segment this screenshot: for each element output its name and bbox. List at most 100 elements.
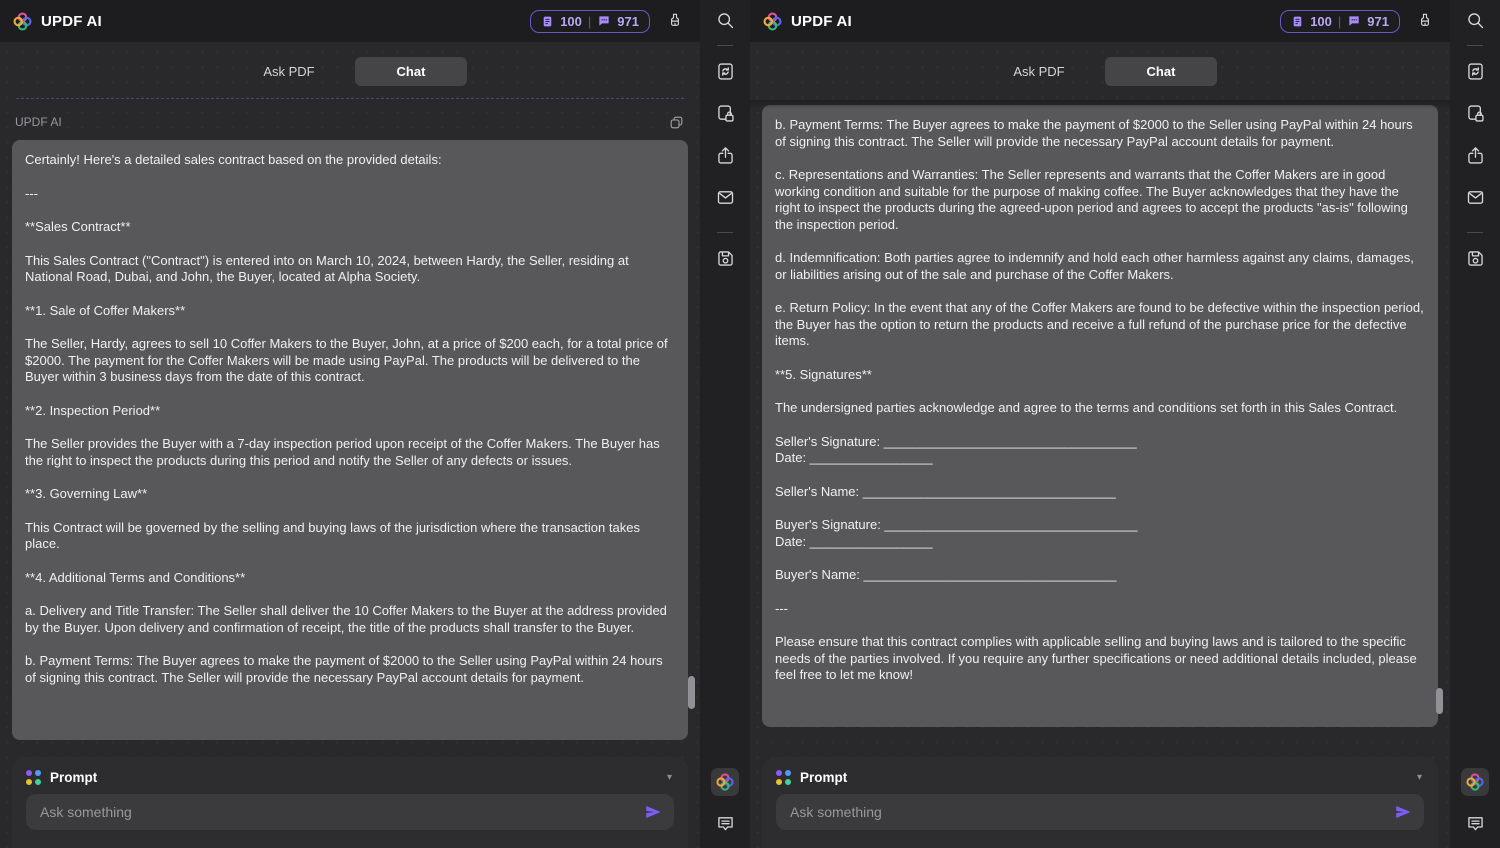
message-paragraph: Certainly! Here's a detailed sales contr… <box>25 152 675 169</box>
clean-chat-button[interactable] <box>1416 12 1434 30</box>
prompt-label: Prompt <box>800 770 847 785</box>
email-button[interactable] <box>1465 187 1486 208</box>
message-paragraph: The Seller provides the Buyer with a 7-d… <box>25 436 675 469</box>
brush-icon <box>666 12 684 30</box>
comment-icon <box>1465 813 1486 834</box>
send-button[interactable] <box>1394 803 1412 821</box>
search-button[interactable] <box>715 10 736 31</box>
message-paragraph: **2. Inspection Period** <box>25 403 675 420</box>
convert-document-button[interactable] <box>1465 61 1486 82</box>
updf-ai-app: UPDF AI 100 | 971 <box>0 0 1500 848</box>
scrollbar-thumb[interactable] <box>688 676 695 709</box>
convert-document-button[interactable] <box>715 61 736 82</box>
updf-ai-app-button[interactable] <box>1461 768 1489 796</box>
dashed-separator <box>16 98 684 99</box>
share-button[interactable] <box>1465 145 1486 166</box>
message-paragraph: Buyer's Name: __________________________… <box>775 567 1425 584</box>
doc-credit-icon <box>541 15 554 28</box>
message-paragraph: Seller's Signature: ____________________… <box>775 434 1425 467</box>
chat-credit-icon <box>597 14 611 28</box>
send-icon <box>1394 803 1412 821</box>
scrollbar-thumb[interactable] <box>1436 688 1443 714</box>
email-button[interactable] <box>715 187 736 208</box>
credits-badge[interactable]: 100 | 971 <box>530 10 650 33</box>
save-icon <box>715 248 736 269</box>
brush-icon <box>1416 12 1434 30</box>
side-toolbar-left-window <box>700 0 750 848</box>
tab-chat[interactable]: Chat <box>355 57 467 86</box>
chat-content-left: UPDF AI Certainly! Here's a detailed sal… <box>0 100 700 757</box>
save-icon <box>1465 248 1486 269</box>
doc-convert-icon <box>1465 61 1486 82</box>
clean-chat-button[interactable] <box>666 12 684 30</box>
message-paragraph: d. Indemnification: Both parties agree t… <box>775 250 1425 283</box>
doc-credit-count: 100 <box>1310 14 1332 29</box>
chat-content-right: b. Payment Terms: The Buyer agrees to ma… <box>750 100 1450 757</box>
message-paragraph: b. Payment Terms: The Buyer agrees to ma… <box>25 653 675 686</box>
updf-logo-icon <box>1465 772 1485 792</box>
message-paragraph: **3. Governing Law** <box>25 486 675 503</box>
credits-badge[interactable]: 100 | 971 <box>1280 10 1400 33</box>
badge-divider: | <box>588 14 591 29</box>
updf-ai-app-button[interactable] <box>711 768 739 796</box>
chat-panel-left: UPDF AI 100 | 971 <box>0 0 700 848</box>
app-title: UPDF AI <box>41 13 102 30</box>
search-icon <box>1465 10 1486 31</box>
ask-input[interactable] <box>38 803 636 821</box>
toolbar-divider <box>1467 232 1483 233</box>
message-paragraph: c. Representations and Warranties: The S… <box>775 167 1425 233</box>
ask-input[interactable] <box>788 803 1386 821</box>
copy-icon <box>668 114 685 131</box>
side-toolbar-right-window <box>1450 0 1500 848</box>
toolbar-divider <box>1467 45 1483 46</box>
search-icon <box>715 10 736 31</box>
tab-ask-pdf[interactable]: Ask PDF <box>233 57 345 86</box>
message-paragraph: The undersigned parties acknowledge and … <box>775 400 1425 417</box>
doc-convert-icon <box>715 61 736 82</box>
updf-window-right: UPDF AI 100 | 971 <box>750 0 1500 848</box>
search-button[interactable] <box>1465 10 1486 31</box>
message-paragraph: Seller's Name: _________________________… <box>775 484 1425 501</box>
comment-button[interactable] <box>715 813 736 834</box>
message-paragraph: Please ensure that this contract complie… <box>775 634 1425 684</box>
chat-credit-count: 971 <box>617 14 639 29</box>
tab-row-left: Ask PDF Chat <box>0 42 700 100</box>
message-paragraph: --- <box>25 186 675 203</box>
updf-logo-icon <box>715 772 735 792</box>
copy-message-button[interactable] <box>668 114 685 131</box>
save-button[interactable] <box>715 248 736 269</box>
message-paragraph: The Seller, Hardy, agrees to sell 10 Cof… <box>25 336 675 386</box>
send-icon <box>644 803 662 821</box>
tab-ask-pdf[interactable]: Ask PDF <box>983 57 1095 86</box>
chat-panel-right: UPDF AI 100 | 971 <box>750 0 1450 848</box>
message-paragraph: --- <box>775 601 1425 618</box>
message-paragraph: **Sales Contract** <box>25 219 675 236</box>
prompt-menu-button[interactable]: Prompt ▾ <box>762 757 1438 794</box>
tab-row-right: Ask PDF Chat <box>750 42 1450 100</box>
doc-lock-icon <box>1465 103 1486 124</box>
prompt-menu-button[interactable]: Prompt ▾ <box>12 757 688 794</box>
doc-credit-count: 100 <box>560 14 582 29</box>
badge-divider: | <box>1338 14 1341 29</box>
titlebar-right: UPDF AI 100 | 971 <box>750 0 1450 42</box>
mail-icon <box>715 187 736 208</box>
message-paragraph: This Contract will be governed by the se… <box>25 520 675 553</box>
prompt-panel: Prompt ▾ <box>12 757 688 848</box>
ask-input-row <box>26 794 674 830</box>
comment-button[interactable] <box>1465 813 1486 834</box>
updf-window-left: UPDF AI 100 | 971 <box>0 0 750 848</box>
message-paragraph: e. Return Policy: In the event that any … <box>775 300 1425 350</box>
save-button[interactable] <box>1465 248 1486 269</box>
send-button[interactable] <box>644 803 662 821</box>
share-icon <box>715 145 736 166</box>
share-button[interactable] <box>715 145 736 166</box>
protect-document-button[interactable] <box>715 103 736 124</box>
message-paragraph: **4. Additional Terms and Conditions** <box>25 570 675 587</box>
tab-chat[interactable]: Chat <box>1105 57 1217 86</box>
prompt-label: Prompt <box>50 770 97 785</box>
doc-lock-icon <box>715 103 736 124</box>
ask-input-row <box>776 794 1424 830</box>
share-icon <box>1465 145 1486 166</box>
protect-document-button[interactable] <box>1465 103 1486 124</box>
updf-logo-icon <box>12 11 33 32</box>
